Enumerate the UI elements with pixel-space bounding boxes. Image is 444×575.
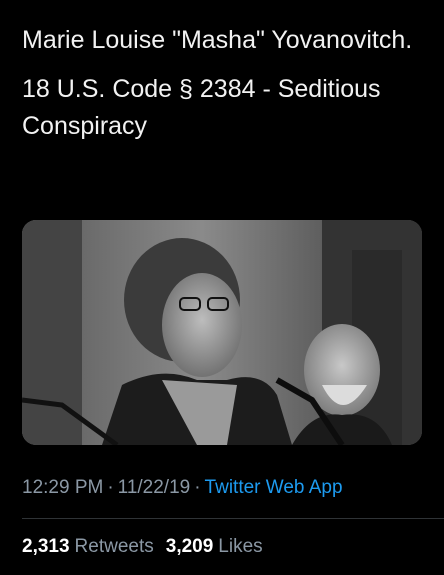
retweets-stat[interactable]: 2,313 Retweets	[22, 536, 154, 557]
tweet-text-line: 18 U.S. Code § 2384 - Seditious Conspira…	[22, 75, 381, 140]
tweet-text-line: Marie Louise "Masha" Yovanovitch.	[22, 26, 413, 54]
tweet-stats: 2,313 Retweets 3,209 Likes	[22, 536, 275, 558]
tweet-detail: Marie Louise "Masha" Yovanovitch. 18 U.S…	[0, 0, 444, 575]
divider	[22, 518, 444, 519]
meta-separator: ·	[107, 477, 114, 498]
tweet-metadata: 12:29 PM · 11/22/19 · Twitter Web App	[22, 477, 343, 499]
tweet-source-link[interactable]: Twitter Web App	[205, 477, 343, 498]
tweet-date[interactable]: 11/22/19	[118, 477, 191, 498]
photo-image	[22, 220, 422, 445]
retweets-count: 2,313	[22, 536, 70, 557]
retweets-label: Retweets	[74, 536, 154, 557]
tweet-text: Marie Louise "Masha" Yovanovitch. 18 U.S…	[22, 22, 422, 157]
tweet-time[interactable]: 12:29 PM	[22, 477, 103, 498]
likes-label: Likes	[218, 536, 263, 557]
meta-separator: ·	[194, 477, 201, 498]
likes-stat[interactable]: 3,209 Likes	[166, 536, 263, 557]
likes-count: 3,209	[165, 536, 214, 557]
tweet-photo[interactable]	[22, 220, 422, 445]
